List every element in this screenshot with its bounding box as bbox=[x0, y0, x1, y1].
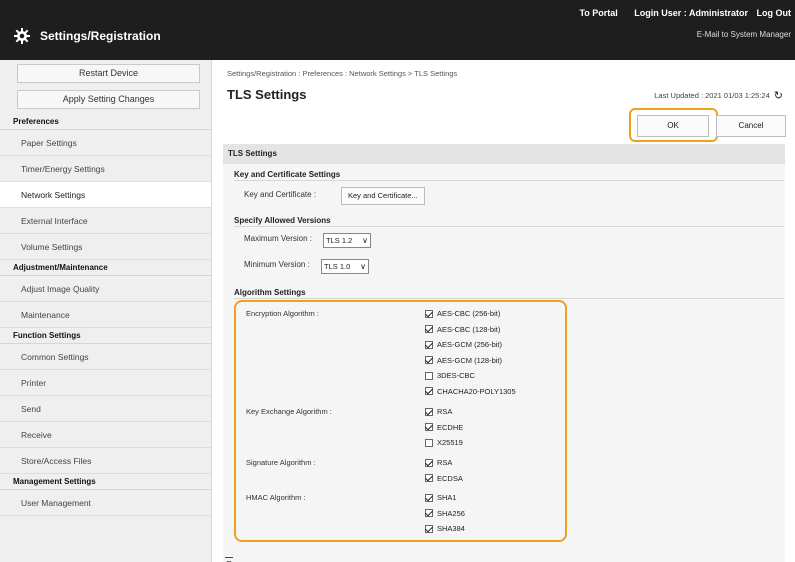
checkbox-unchecked-icon[interactable] bbox=[425, 438, 433, 447]
signature-algorithm-label: Signature Algorithm : bbox=[246, 458, 316, 467]
sidebar-section-preferences: Preferences bbox=[0, 114, 211, 130]
key-exchange-option-label: ECDHE bbox=[437, 422, 464, 432]
breadcrumb: Settings/Registration : Preferences : Ne… bbox=[227, 69, 458, 78]
algorithm-highlight-frame bbox=[234, 300, 567, 542]
signature-option-label: ECDSA bbox=[437, 473, 463, 483]
mail-system-manager-link[interactable]: E-Mail to System Manager bbox=[697, 30, 791, 39]
apply-setting-changes-button[interactable]: Apply Setting Changes bbox=[17, 90, 200, 109]
cancel-button[interactable]: Cancel bbox=[716, 115, 786, 137]
checkbox-checked-icon[interactable] bbox=[425, 493, 433, 502]
encryption-option-label: 3DES-CBC bbox=[437, 371, 475, 380]
sidebar-item-external-interface[interactable]: External Interface bbox=[0, 208, 211, 234]
versions-heading: Specify Allowed Versions bbox=[234, 216, 784, 227]
signature-option-label: RSA bbox=[437, 458, 453, 467]
hmac-option[interactable]: SHA256 bbox=[425, 509, 465, 518]
signature-option[interactable]: RSA bbox=[425, 458, 452, 467]
sidebar-item-store-access-files[interactable]: Store/Access Files bbox=[0, 448, 211, 474]
encryption-option[interactable]: 3DES-CBC bbox=[425, 371, 475, 380]
refresh-icon[interactable]: ↻ bbox=[774, 89, 783, 102]
ok-button[interactable]: OK bbox=[637, 115, 709, 137]
encryption-option[interactable]: AES-GCM (256-bit) bbox=[425, 340, 502, 349]
signature-option[interactable]: ECDSA bbox=[425, 474, 463, 483]
encryption-option[interactable]: AES-CBC (128-bit) bbox=[425, 325, 500, 334]
sidebar-section-management: Management Settings bbox=[0, 474, 211, 490]
sidebar-item-send[interactable]: Send bbox=[0, 396, 211, 422]
chevron-down-icon: ∨ bbox=[360, 262, 366, 271]
checkbox-checked-icon[interactable] bbox=[425, 474, 433, 482]
key-exchange-option-label: X25519 bbox=[437, 438, 463, 447]
encryption-algorithm-label: Encryption Algorithm : bbox=[246, 309, 319, 318]
checkbox-checked-icon[interactable] bbox=[425, 423, 433, 431]
hmac-option[interactable]: SHA1 bbox=[425, 493, 457, 502]
min-version-select[interactable]: TLS 1.0 ∨ bbox=[321, 259, 369, 274]
key-exchange-option[interactable]: X25519 bbox=[425, 438, 463, 447]
sidebar-section-function: Function Settings bbox=[0, 328, 211, 344]
checkbox-checked-icon[interactable] bbox=[425, 325, 433, 333]
min-version-value: TLS 1.0 bbox=[324, 262, 351, 271]
checkbox-checked-icon[interactable] bbox=[425, 356, 433, 364]
last-updated: Last Updated : 2021 01/03 1:25:24 ↻ bbox=[654, 89, 783, 102]
sidebar-item-receive[interactable]: Receive bbox=[0, 422, 211, 448]
algorithm-heading: Algorithm Settings bbox=[234, 288, 784, 299]
gear-icon bbox=[14, 28, 30, 44]
top-header: To Portal Login User : Administrator Log… bbox=[0, 0, 795, 60]
sidebar-item-adjust-image-quality[interactable]: Adjust Image Quality bbox=[0, 276, 211, 302]
sidebar-item-user-management[interactable]: User Management bbox=[0, 490, 211, 516]
hmac-option-label: SHA384 bbox=[437, 524, 465, 533]
restart-device-button[interactable]: Restart Device bbox=[17, 64, 200, 83]
key-cert-heading: Key and Certificate Settings bbox=[234, 170, 784, 181]
checkbox-checked-icon[interactable] bbox=[425, 407, 433, 416]
encryption-option-label: AES-GCM (128-bit) bbox=[437, 355, 503, 365]
encryption-option-label: AES-CBC (128-bit) bbox=[437, 324, 501, 334]
checkbox-checked-icon[interactable] bbox=[425, 524, 433, 533]
sidebar-item-timer-energy[interactable]: Timer/Energy Settings bbox=[0, 156, 211, 182]
key-exchange-option-label: RSA bbox=[437, 407, 453, 416]
max-version-value: TLS 1.2 bbox=[326, 236, 353, 245]
header-links: To Portal Login User : Administrator Log… bbox=[565, 8, 791, 18]
encryption-option[interactable]: AES-GCM (128-bit) bbox=[425, 356, 502, 365]
sidebar-item-common-settings[interactable]: Common Settings bbox=[0, 344, 211, 370]
min-version-label: Minimum Version : bbox=[244, 260, 310, 269]
key-exchange-option[interactable]: RSA bbox=[425, 407, 452, 416]
encryption-option-label: AES-GCM (256-bit) bbox=[437, 340, 503, 349]
key-cert-label: Key and Certificate : bbox=[244, 190, 317, 199]
key-exchange-algorithm-label: Key Exchange Algorithm : bbox=[246, 407, 332, 416]
sidebar-item-maintenance[interactable]: Maintenance bbox=[0, 302, 211, 328]
hmac-algorithm-label: HMAC Algorithm : bbox=[246, 493, 306, 502]
max-version-select[interactable]: TLS 1.2 ∨ bbox=[323, 233, 371, 248]
checkbox-checked-icon[interactable] bbox=[425, 458, 433, 467]
checkbox-checked-icon[interactable] bbox=[425, 309, 433, 318]
checkbox-unchecked-icon[interactable] bbox=[425, 371, 433, 380]
section-title-tls-settings: TLS Settings bbox=[223, 144, 785, 164]
last-updated-text: Last Updated : 2021 01/03 1:25:24 bbox=[654, 91, 770, 100]
login-user-label: Login User : Administrator bbox=[634, 8, 748, 18]
encryption-option[interactable]: AES-CBC (256-bit) bbox=[425, 309, 500, 318]
checkbox-checked-icon[interactable] bbox=[425, 340, 433, 349]
collapse-icon[interactable]: ―▼ bbox=[225, 554, 233, 562]
hmac-option-label: SHA1 bbox=[437, 493, 457, 502]
hmac-option-label: SHA256 bbox=[437, 508, 465, 518]
sidebar-item-printer[interactable]: Printer bbox=[0, 370, 211, 396]
key-exchange-option[interactable]: ECDHE bbox=[425, 423, 463, 432]
encryption-option-label: CHACHA20-POLY1305 bbox=[437, 386, 516, 396]
sidebar-section-adjustment: Adjustment/Maintenance bbox=[0, 260, 211, 276]
sidebar-item-paper-settings[interactable]: Paper Settings bbox=[0, 130, 211, 156]
sidebar-item-network-settings[interactable]: Network Settings bbox=[0, 182, 211, 208]
key-and-certificate-button[interactable]: Key and Certificate... bbox=[341, 187, 425, 205]
encryption-option-label: AES-CBC (256-bit) bbox=[437, 309, 501, 318]
page-title: TLS Settings bbox=[227, 87, 307, 102]
chevron-down-icon: ∨ bbox=[362, 236, 368, 245]
encryption-option[interactable]: CHACHA20-POLY1305 bbox=[425, 387, 516, 396]
checkbox-checked-icon[interactable] bbox=[425, 387, 433, 395]
logout-link[interactable]: Log Out bbox=[757, 8, 792, 18]
max-version-label: Maximum Version : bbox=[244, 234, 313, 243]
checkbox-checked-icon[interactable] bbox=[425, 509, 433, 517]
sidebar: Restart Device Apply Setting Changes Pre… bbox=[0, 60, 212, 562]
hmac-option[interactable]: SHA384 bbox=[425, 524, 465, 533]
sidebar-item-volume-settings[interactable]: Volume Settings bbox=[0, 234, 211, 260]
app-title-text: Settings/Registration bbox=[40, 29, 161, 43]
app-title: Settings/Registration bbox=[14, 28, 161, 44]
to-portal-link[interactable]: To Portal bbox=[579, 8, 617, 18]
